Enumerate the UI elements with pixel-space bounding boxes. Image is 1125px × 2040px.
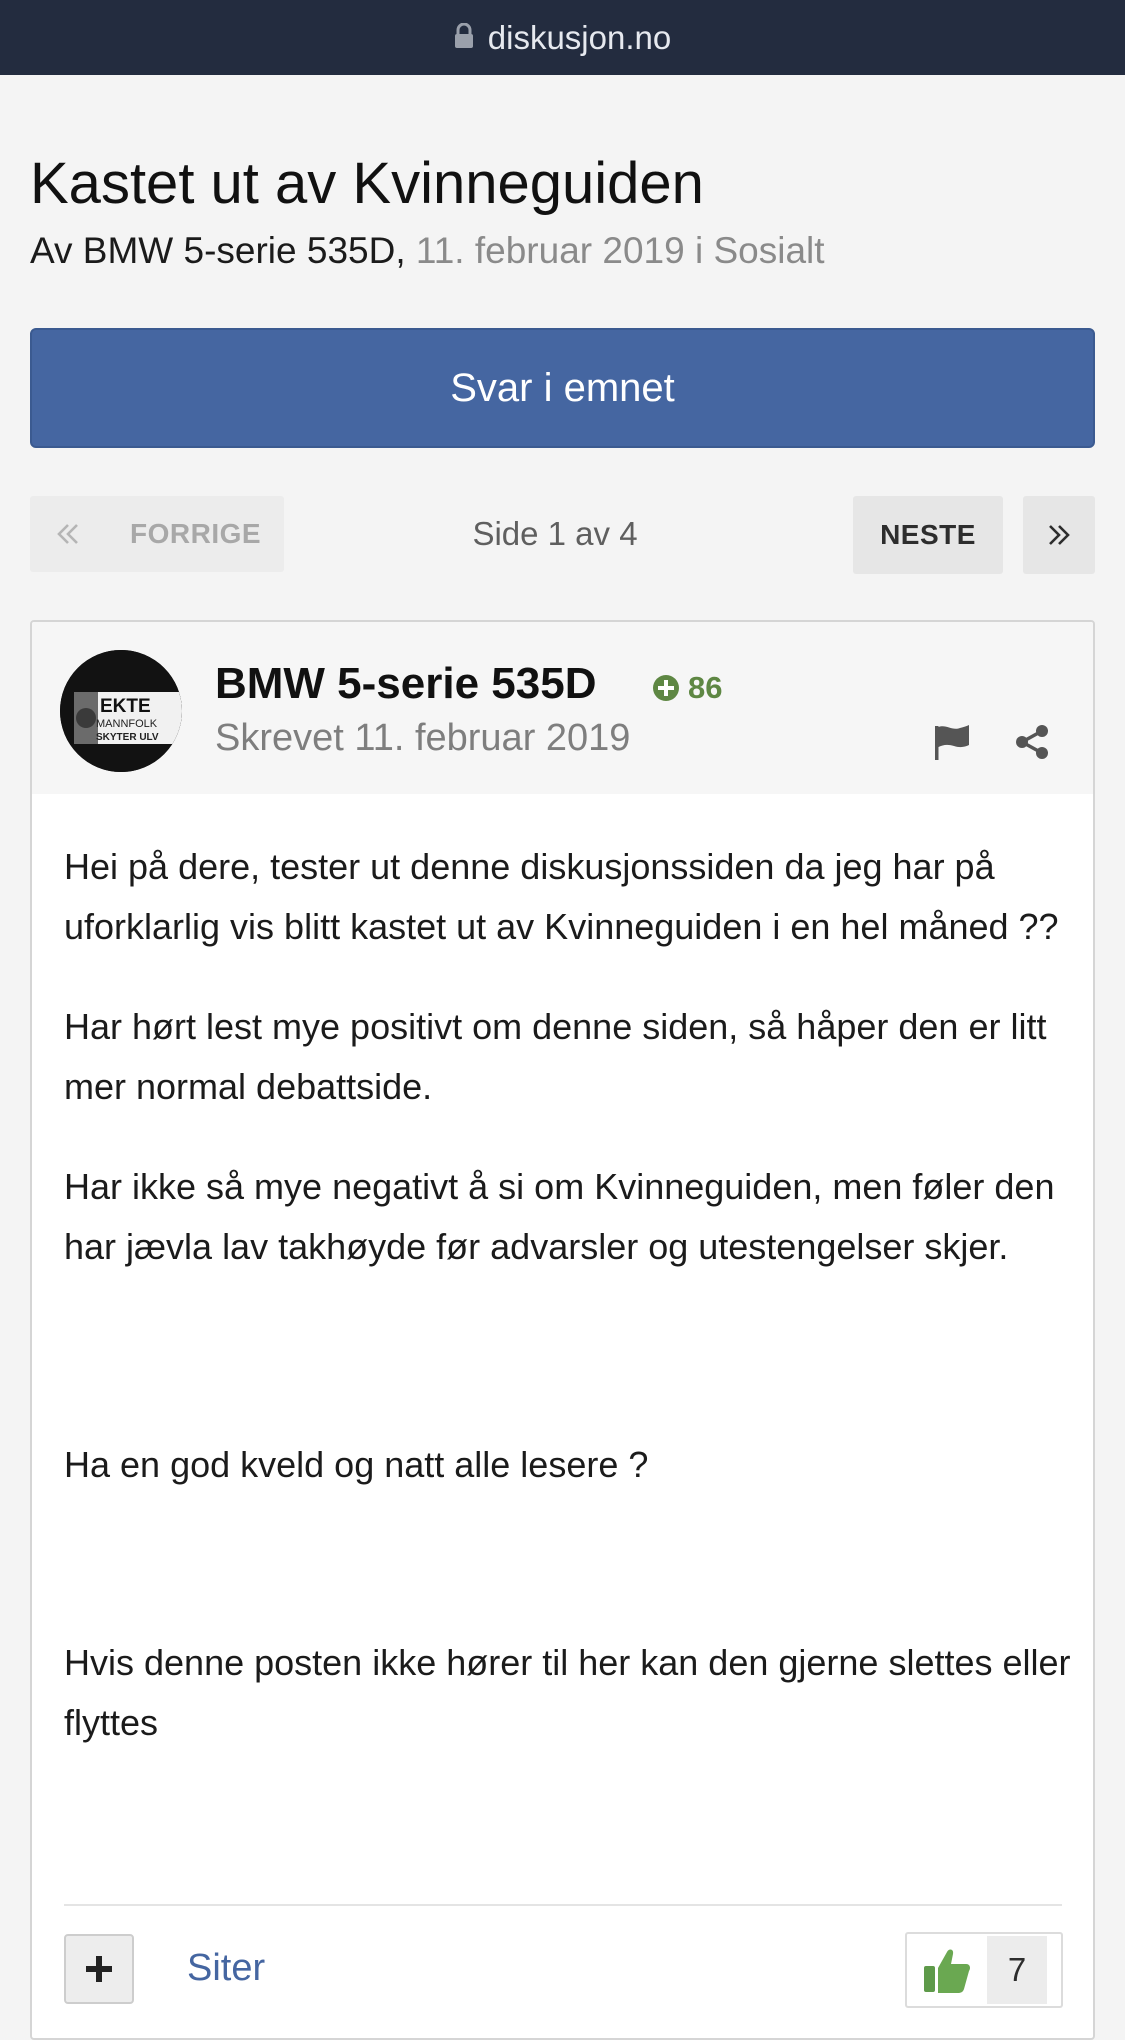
share-icon[interactable]: [1012, 722, 1052, 762]
post-author-name[interactable]: BMW 5-serie 535D: [215, 659, 596, 709]
avatar-line-1: EKTE: [100, 696, 151, 717]
avatar-line-2: MANNFOLK: [96, 718, 158, 730]
post-paragraph: Har ikke så mye negativt å si om Kvinneg…: [64, 1166, 1055, 1267]
post-card: EKTE MANNFOLK SKYTER ULV BMW 5-serie 535…: [30, 620, 1095, 2040]
post-footer-divider: [64, 1904, 1062, 1906]
avatar-line-3: SKYTER ULV: [96, 732, 159, 743]
byline-date-forum: 11. februar 2019 i Sosialt: [415, 230, 825, 271]
avatar-image: EKTE MANNFOLK SKYTER ULV: [60, 650, 182, 772]
plus-icon: [86, 1956, 112, 1982]
post-paragraph: Hei på dere, tester ut denne diskusjonss…: [64, 846, 1059, 947]
double-chevron-left-icon: [57, 524, 78, 544]
pagination-next-button[interactable]: NESTE: [853, 496, 1003, 574]
avatar[interactable]: EKTE MANNFOLK SKYTER ULV: [60, 650, 182, 772]
multiquote-add-button[interactable]: [64, 1934, 134, 2004]
browser-url-bar[interactable]: diskusjon.no: [0, 0, 1125, 75]
reputation-count: 86: [688, 670, 723, 705]
reputation-badge: 86: [652, 670, 722, 706]
flag-icon[interactable]: [932, 722, 972, 762]
lock-icon: [454, 22, 473, 48]
topic-title: Kastet ut av Kvinneguiden: [30, 151, 704, 216]
pagination-prev-label: FORRIGE: [130, 518, 262, 549]
byline-author[interactable]: Av BMW 5-serie 535D,: [30, 230, 406, 271]
quote-link[interactable]: Siter: [187, 1947, 265, 1990]
pagination-page-info: Side 1 av 4: [472, 515, 638, 552]
reaction-thumb[interactable]: [907, 1934, 987, 2006]
double-chevron-right-icon: [1049, 525, 1070, 545]
post-content: Hei på dere, tester ut denne diskusjonss…: [64, 837, 1074, 1793]
url-text: diskusjon.no: [487, 18, 672, 56]
topic-byline: Av BMW 5-serie 535D, 11. februar 2019 i …: [30, 230, 825, 272]
reply-topic-button[interactable]: Svar i emnet: [30, 328, 1095, 448]
post-header: EKTE MANNFOLK SKYTER ULV BMW 5-serie 535…: [32, 622, 1093, 794]
reaction-count: 7: [987, 1936, 1047, 2004]
post-paragraph: Har hørt lest mye positivt om denne side…: [64, 1006, 1047, 1107]
plus-circle-icon: [653, 675, 679, 701]
pagination-last-button[interactable]: [1023, 496, 1095, 574]
post-paragraph: Hvis denne posten ikke hører til her kan…: [64, 1642, 1071, 1743]
reaction-button[interactable]: 7: [905, 1932, 1063, 2008]
thumbs-up-icon: [924, 1949, 970, 1993]
post-paragraph: Ha en god kveld og natt alle lesere ?: [64, 1444, 649, 1485]
post-date: Skrevet 11. februar 2019: [215, 717, 631, 759]
pagination-prev-button[interactable]: FORRIGE: [30, 496, 284, 572]
